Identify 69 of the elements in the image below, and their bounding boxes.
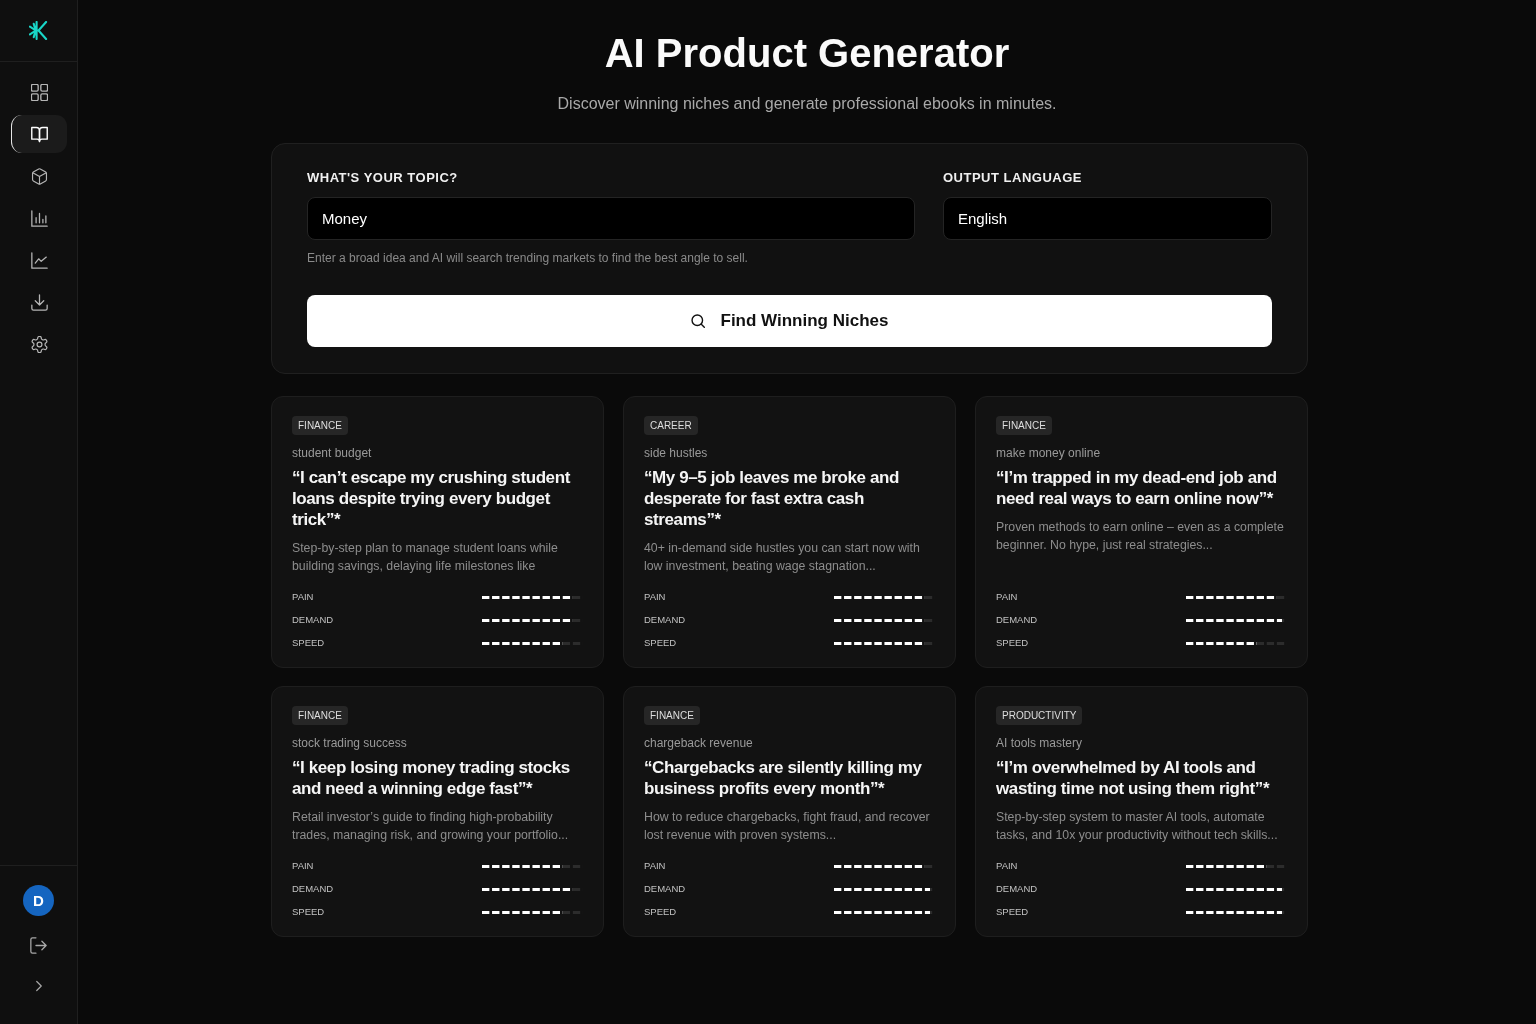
niche-keyword: chargeback revenue <box>644 736 753 751</box>
niche-description: 40+ in-demand side hustles you can start now with low investment, beating wage stagnation... <box>644 540 921 575</box>
niche-headline: “I’m overwhelmed by AI tools and wasting time not using them right”* <box>996 757 1271 799</box>
metric-label: SPEED <box>996 637 1029 649</box>
category-tag: FINANCE <box>292 416 348 435</box>
niche-keyword: make money online <box>996 446 1101 461</box>
category-tag: FINANCE <box>292 706 348 725</box>
metric-label: SPEED <box>292 637 325 649</box>
niche-headline: “I keep losing money trading stocks and need a winning edge fast”* <box>292 757 571 799</box>
page-subtitle: Discover winning niches and generate professional ebooks in minutes. <box>556 94 1058 114</box>
text-input[interactable]: Money <box>307 197 915 240</box>
chevron-right-icon <box>35 980 42 992</box>
niche-keyword: stock trading success <box>292 736 407 751</box>
metric-label: DEMAND <box>292 883 334 895</box>
metric-label: DEMAND <box>644 883 686 895</box>
metric-label: SPEED <box>644 906 677 918</box>
niche-description: How to reduce chargebacks, fight fraud, and recover lost revenue with proven systems... <box>644 809 931 844</box>
field-label: WHAT'S YOUR TOPIC? <box>307 170 459 186</box>
metric-label: DEMAND <box>292 614 334 626</box>
search-icon <box>690 314 705 328</box>
metric-label: DEMAND <box>996 614 1038 626</box>
metric-label: PAIN <box>644 860 666 872</box>
metric-label: DEMAND <box>644 614 686 626</box>
niche-description: Step-by-step system to master AI tools, automate tasks, and 10x your productivity without tech skills... <box>996 809 1279 844</box>
niche-card[interactable] <box>623 396 956 668</box>
niche-headline: “My 9–5 job leaves me broke and desperate for fast extra cash streams”* <box>644 467 900 530</box>
niche-card[interactable] <box>271 396 604 668</box>
niche-card[interactable] <box>975 686 1308 937</box>
metric-label: DEMAND <box>996 883 1038 895</box>
cube-icon <box>30 167 48 185</box>
category-tag: FINANCE <box>644 706 700 725</box>
metric-label: PAIN <box>996 591 1018 603</box>
niche-description: Proven methods to earn online – even as a complete beginner. No hype, just real strategies... <box>996 519 1285 554</box>
niche-headline: “I’m trapped in my dead-end job and need real ways to earn online now”* <box>996 467 1278 509</box>
nav-button[interactable] <box>10 115 67 153</box>
line-chart-icon <box>30 251 48 269</box>
category-tag: CAREER <box>644 416 698 435</box>
niche-card[interactable] <box>975 396 1308 668</box>
niche-headline: “Chargebacks are silently killing my business profits every month”* <box>644 757 923 799</box>
settings-icon <box>30 335 48 353</box>
niche-description: Retail investor’s guide to finding high-probability trades, managing risk, and growing your portfolio... <box>292 809 570 844</box>
logo-icon <box>29 21 48 40</box>
metric-label: SPEED <box>644 637 677 649</box>
niche-card[interactable]: FINANCE chargeback revenue “Chargebacks are silently killing my business profits every month”* How to reduce chargebacks, fight fraud, and recover lost revenue with proven systems... PAIN DEMAND SPEED <box>623 686 956 937</box>
metric-label: PAIN <box>292 591 314 603</box>
category-tag: PRODUCTIVITY <box>996 706 1083 725</box>
metric-label: PAIN <box>996 860 1018 872</box>
page-title: AI Product Generator <box>603 30 1011 76</box>
niche-headline: “I can’t escape my crushing student loans despite trying every budget trick”* <box>292 467 572 530</box>
bar-chart-icon <box>30 209 48 227</box>
text-input[interactable]: English <box>943 197 1272 240</box>
niche-keyword: AI tools mastery <box>996 736 1083 751</box>
find-niches-button[interactable]: Find Winning Niches <box>307 295 1272 347</box>
niche-card[interactable] <box>271 686 604 937</box>
niche-keyword: student budget <box>292 446 372 461</box>
niche-keyword: side hustles <box>644 446 708 461</box>
grid-icon <box>30 83 48 101</box>
field-label: OUTPUT LANGUAGE <box>943 170 1083 186</box>
metric-label: PAIN <box>292 860 314 872</box>
metric-label: SPEED <box>292 906 325 918</box>
metric-label: SPEED <box>996 906 1029 918</box>
niche-description: Step-by-step plan to manage student loans while building savings, delaying life milestones like <box>292 540 559 575</box>
download-icon <box>30 293 48 311</box>
logout-icon <box>30 936 47 954</box>
hint-text: Enter a broad idea and AI will search trending markets to find the best angle to sell. <box>307 251 749 266</box>
book-icon <box>30 125 48 143</box>
metric-label: PAIN <box>644 591 666 603</box>
user-avatar[interactable]: D <box>23 885 54 916</box>
category-tag: FINANCE <box>996 416 1052 435</box>
